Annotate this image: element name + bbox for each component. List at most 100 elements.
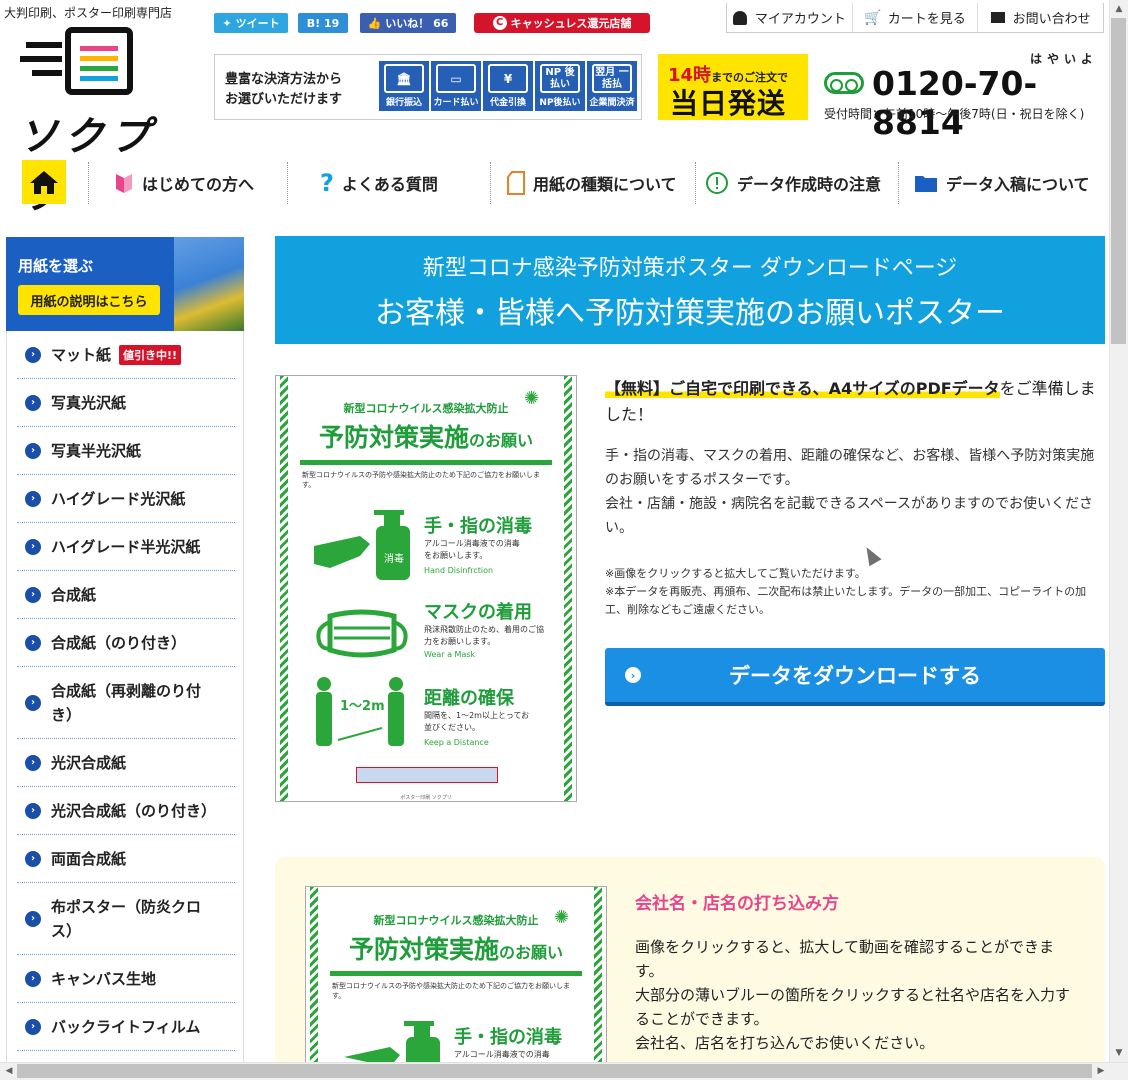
home-button[interactable] <box>22 160 66 204</box>
sidebar-item-label: 布ポスター（防炎クロス） <box>51 897 202 940</box>
poster-thumbnail[interactable]: ✺ 新型コロナウイルス感染拡大防止 予防対策実施のお願い 新型コロナウイルスの予… <box>275 375 577 802</box>
list-item[interactable]: › ハイグレード半光沢紙 <box>17 523 235 571</box>
card-method: ▭ カード払い <box>431 61 481 111</box>
horizontal-scroll-thumb[interactable] <box>17 1064 1092 1078</box>
list-item[interactable]: › 両面合成紙 <box>17 835 235 883</box>
nav-label-paper-types: 用紙の種類について <box>533 175 677 194</box>
poster-section-heading: 手・指の消毒 <box>424 516 532 537</box>
intro-note-2: ※本データを再販売、再頒布、二次配布は禁止いたします。データの一部加工、コピーラ… <box>605 585 1087 616</box>
nav-item-data-submission[interactable]: データ入稿について <box>914 158 1090 208</box>
list-item[interactable]: › 光沢合成紙（のり付き） <box>17 787 235 835</box>
intro-body-line2: 会社・店舗・施設・病院名を記載できるスペースがありますのでお使いください。 <box>605 496 1094 536</box>
cashless-badge[interactable]: C キャッシュレス還元店舗 <box>474 13 650 33</box>
cashless-label: キャッシュレス還元店舗 <box>510 17 632 30</box>
chevron-right-icon: › <box>25 490 41 507</box>
facebook-like-button[interactable]: 👍 いいね！ 66 <box>360 13 456 33</box>
payment-methods-banner[interactable]: 豊富な決済方法から お選びいただけます 🏛 銀行振込 ▭ カード払い ¥ 代金引… <box>214 54 642 120</box>
phone-number[interactable]: 0120-70-8814 <box>872 64 1128 142</box>
hatena-bookmark-button[interactable]: B! 19 <box>298 13 348 33</box>
download-button[interactable]: › データをダウンロードする <box>605 648 1105 706</box>
poster-section-text: アルコール消毒液での消毒をお願いします。 <box>454 1050 550 1059</box>
list-item[interactable]: › 布ポスター（防炎クロス） <box>17 883 235 955</box>
scroll-up-arrow-icon[interactable]: ▲ <box>1112 2 1126 16</box>
card-label: カード払い <box>433 98 479 108</box>
nav-item-data-cautions[interactable]: データ作成時の注意 <box>705 158 881 208</box>
site-tagline: 大判印刷、ポスター印刷専門店 <box>4 6 173 20</box>
bank-icon: 🏛 <box>384 64 424 93</box>
list-item[interactable]: › 写真半光沢紙 <box>17 427 235 475</box>
payment-icons: 🏛 銀行振込 ▭ カード払い ¥ 代金引換 NP 後払い NP後払い 翌月 一括… <box>379 61 637 111</box>
poster-section-text: アルコール消毒液での消毒をお願いします。 <box>424 539 520 560</box>
page-subtitle: 新型コロナ感染予防対策ポスター ダウンロードページ <box>422 256 958 281</box>
list-item[interactable]: › 光沢合成紙 <box>17 739 235 787</box>
payment-text-line2: お選びいただけます <box>225 92 343 107</box>
intro-highlight: 【無料】ご自宅で印刷できる、A4サイズのPDFデータ <box>605 379 1000 398</box>
cod-label: 代金引換 <box>489 98 526 108</box>
poster-section-text: 飛沫飛散防止のため、着用のご協力をお願いします。 <box>424 625 544 646</box>
paper-explanation-button[interactable]: 用紙の説明はこちら <box>18 285 160 315</box>
poster-subtitle: 新型コロナウイルス感染拡大防止 <box>373 914 539 927</box>
list-item[interactable]: › バックライトフィルム <box>17 1003 235 1051</box>
mail-icon <box>990 12 1005 23</box>
cod-icon: ¥ <box>488 64 528 93</box>
np-deferred-method: NP 後払い NP後払い <box>535 61 585 111</box>
scroll-down-arrow-icon[interactable]: ▼ <box>1112 1046 1126 1060</box>
distance-label: 1〜2m <box>340 699 385 714</box>
list-item[interactable]: › キャンバス生地 <box>17 955 235 1003</box>
nav-item-faq[interactable]: ? よくある質問 <box>320 158 438 208</box>
chevron-right-icon: › <box>25 586 41 603</box>
thumbs-up-icon: 👍 <box>367 16 382 30</box>
home-icon <box>30 171 58 194</box>
poster-thumbnail-howto[interactable]: ✺ 新型コロナウイルス感染拡大防止 予防対策実施のお願い 新型コロナウイルスの予… <box>305 886 607 1062</box>
social-distance-icon: 1〜2m <box>316 677 404 746</box>
list-item[interactable]: › 合成紙（のり付き） <box>17 619 235 667</box>
invoice-icon: 翌月 一括払 <box>592 64 632 93</box>
invoice-method: 翌月 一括払 企業間決済 <box>587 61 637 111</box>
howto-line-3: 会社名、店名を打ち込んでお使いください。 <box>635 1034 935 1052</box>
howto-body: 画像をクリックすると、拡大して動画を確認することができます。 大部分の薄いブルー… <box>635 935 1075 1055</box>
poster-title-main: 予防対策実施 <box>318 423 469 452</box>
chevron-right-icon: › <box>25 442 41 459</box>
poster-title: 予防対策実施のお願い <box>306 930 606 966</box>
vertical-scroll-thumb[interactable] <box>1111 18 1126 344</box>
np-icon: NP 後払い <box>540 64 580 93</box>
chevron-right-icon: › <box>25 1018 41 1035</box>
nav-label-data-cautions: データ作成時の注意 <box>737 175 882 194</box>
freedial-icon <box>824 72 864 94</box>
poster-title: 予防対策実施のお願い <box>276 418 576 454</box>
chevron-right-icon: › <box>25 694 41 711</box>
scroll-left-arrow-icon[interactable]: ◀ <box>2 1064 16 1078</box>
bottle-label: 消毒 <box>384 552 404 565</box>
list-item[interactable]: › 合成紙（再剥離のり付き） <box>17 667 235 739</box>
my-account-link[interactable]: マイアカウント <box>727 3 852 32</box>
alert-icon <box>706 172 728 194</box>
nav-item-paper-types[interactable]: 用紙の種類について <box>507 158 677 208</box>
chevron-right-icon: › <box>25 394 41 411</box>
sidebar-item-label: 光沢合成紙（のり付き） <box>51 802 217 820</box>
nav-divider <box>490 162 491 204</box>
chevron-right-icon: › <box>25 802 41 819</box>
cart-icon: 🛒 <box>864 9 882 26</box>
scroll-right-arrow-icon[interactable]: ▶ <box>1094 1064 1108 1078</box>
list-item[interactable]: › ハイグレード光沢紙 <box>17 475 235 523</box>
nav-label-faq: よくある質問 <box>341 175 438 194</box>
sale-badge: 値引き中!! <box>119 344 182 365</box>
sidebar-header: 用紙を選ぶ 用紙の説明はこちら <box>6 237 244 331</box>
sidebar-item-matte[interactable]: › マット紙 値引き中!! <box>17 331 235 379</box>
tweet-button[interactable]: ✦ ツイート <box>214 13 288 33</box>
sidebar-item-label: 合成紙（のり付き） <box>51 634 187 652</box>
contact-link[interactable]: お問い合わせ <box>977 3 1103 32</box>
nav-item-beginners[interactable]: はじめての方へ <box>114 158 254 208</box>
nav-divider <box>898 162 899 204</box>
list-item[interactable]: › 合成紙 <box>17 571 235 619</box>
sidebar-item-label: マット紙 <box>51 346 112 364</box>
sidebar-item-label: ハイグレード光沢紙 <box>51 490 186 508</box>
logo-mark-icon <box>20 27 133 95</box>
contact-label: お問い合わせ <box>1012 12 1091 27</box>
view-cart-link[interactable]: 🛒 カートを見る <box>851 3 978 32</box>
poster-rule <box>300 460 552 465</box>
poster-section-en: Keep a Distance <box>424 738 489 747</box>
poster-footer: ポスター印刷 ソクプリ <box>400 795 452 801</box>
list-item[interactable]: › 写真光沢紙 <box>17 379 235 427</box>
site-logo[interactable]: ソクプリ <box>18 24 183 218</box>
